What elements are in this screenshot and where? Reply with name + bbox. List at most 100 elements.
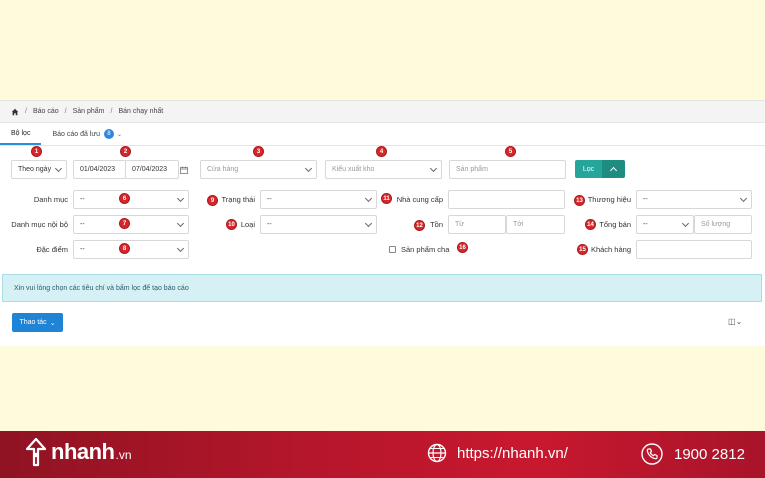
brand-logo: nhanh .vn: [23, 437, 132, 467]
filter-button-label: Lọc: [582, 165, 595, 173]
marker-4: 4: [376, 146, 387, 157]
stock-from-input[interactable]: Từ: [448, 215, 506, 234]
chevron-down-icon: [681, 219, 690, 228]
chevron-down-icon: [364, 219, 373, 228]
total-sold-operator: --: [643, 221, 648, 228]
chevron-down-icon: [304, 164, 313, 173]
breadcrumb-best-sellers: Bán chạy nhất: [118, 108, 164, 115]
marker-1: 1: [31, 146, 42, 157]
store-placeholder: Cửa hàng: [207, 166, 239, 173]
period-select[interactable]: Theo ngày: [11, 160, 67, 179]
marker-6: 6: [119, 193, 130, 204]
breadcrumb-reports[interactable]: Báo cáo: [33, 108, 59, 115]
actions-button-label: Thao tác: [19, 319, 47, 326]
columns-icon: ◫: [728, 317, 736, 326]
type-value: --: [267, 221, 272, 228]
supplier-input[interactable]: [448, 190, 565, 209]
chevron-down-icon: [739, 194, 748, 203]
stock-label: Tồn: [430, 220, 443, 229]
marker-10: 10: [226, 219, 237, 230]
nhanh-logo-mark-icon: [25, 437, 47, 467]
period-value: Theo ngày: [18, 166, 52, 173]
home-icon[interactable]: [11, 108, 19, 116]
website: https://nhanh.vn/: [427, 443, 568, 463]
stock-to-input[interactable]: Tới: [506, 215, 565, 234]
feature-value: --: [80, 246, 85, 253]
phone-icon: [641, 443, 663, 465]
date-from-input[interactable]: 01/04/2023: [73, 160, 126, 179]
status-value: --: [267, 196, 272, 203]
product-input[interactable]: Sản phẩm: [449, 160, 566, 179]
marker-14: 14: [585, 219, 596, 230]
chevron-down-icon: [364, 194, 373, 203]
customer-input[interactable]: [636, 240, 752, 259]
brand-name: nhanh: [51, 439, 115, 464]
date-to-value: 07/04/2023: [132, 166, 168, 173]
status-select[interactable]: --: [260, 190, 377, 209]
actions-button[interactable]: Thao tác ⌄: [12, 313, 63, 332]
hotline-number: 1900 2812: [674, 445, 745, 463]
column-toggle-button[interactable]: ◫⌄: [728, 317, 742, 326]
category-select[interactable]: --: [73, 190, 189, 209]
globe-icon: [427, 443, 447, 463]
chevron-down-icon: ⌄: [116, 131, 122, 138]
marker-16: 16: [457, 242, 468, 253]
calendar-icon[interactable]: [178, 160, 190, 179]
chevron-down-icon: [54, 164, 63, 173]
date-to-input[interactable]: 07/04/2023: [125, 160, 179, 179]
marker-13: 13: [574, 195, 585, 206]
info-alert: Xin vui lòng chọn các tiêu chí và bấm lọ…: [2, 274, 762, 302]
category-value: --: [80, 196, 85, 203]
tab-bar: Bộ lọc Báo cáo đã lưu 8 ⌄: [0, 124, 765, 146]
stock-to-placeholder: Tới: [513, 221, 524, 228]
tab-filter[interactable]: Bộ lọc: [0, 123, 42, 145]
total-sold-label: Tổng bán: [599, 220, 631, 229]
quantity-input[interactable]: Số lượng: [694, 215, 752, 234]
chevron-up-icon: [609, 166, 618, 175]
breadcrumb-products[interactable]: Sản phẩm: [73, 108, 105, 115]
brand-suffix: .vn: [115, 448, 132, 462]
feature-label: Đặc điểm: [36, 245, 68, 254]
total-sold-operator-select[interactable]: --: [636, 215, 694, 234]
website-url: https://nhanh.vn/: [457, 444, 568, 462]
tab-saved-reports-label: Báo cáo đã lưu: [52, 130, 100, 138]
internal-category-label: Danh mục nội bộ: [11, 220, 68, 229]
breadcrumb-separator: /: [25, 108, 27, 115]
marker-15: 15: [577, 244, 588, 255]
feature-select[interactable]: --: [73, 240, 189, 259]
chevron-down-icon: ⌄: [49, 319, 56, 327]
product-placeholder: Sản phẩm: [456, 166, 488, 173]
category-label: Danh mục: [33, 195, 68, 204]
breadcrumb-separator: /: [110, 108, 113, 115]
export-type-placeholder: Kiểu xuất kho: [332, 166, 375, 173]
marker-9: 9: [207, 195, 218, 206]
export-type-select[interactable]: Kiểu xuất kho: [325, 160, 442, 179]
date-from-value: 01/04/2023: [80, 166, 116, 173]
marker-12: 12: [414, 220, 425, 231]
chevron-down-icon: ⌄: [735, 317, 743, 326]
stock-from-placeholder: Từ: [455, 221, 464, 228]
type-select[interactable]: --: [260, 215, 377, 234]
marker-2: 2: [120, 146, 131, 157]
marker-11: 11: [381, 193, 392, 204]
saved-count-badge: 8: [103, 129, 114, 139]
filter-button[interactable]: Lọc: [575, 160, 602, 178]
chevron-down-icon: [176, 244, 185, 253]
store-select[interactable]: Cửa hàng: [200, 160, 317, 179]
tab-filter-label: Bộ lọc: [11, 129, 31, 137]
chevron-down-icon: [176, 219, 185, 228]
internal-category-value: --: [80, 221, 85, 228]
parent-product-label: Sản phẩm cha: [401, 245, 450, 254]
breadcrumb: / Báo cáo / Sản phẩm / Bán chạy nhất: [0, 101, 765, 123]
internal-category-select[interactable]: --: [73, 215, 189, 234]
parent-product-checkbox[interactable]: [389, 246, 396, 253]
breadcrumb-separator: /: [64, 108, 67, 115]
status-label: Trạng thái: [221, 195, 256, 204]
hotline: 1900 2812: [641, 443, 745, 465]
tab-saved-reports[interactable]: Báo cáo đã lưu 8 ⌄: [41, 123, 133, 145]
marker-7: 7: [119, 218, 130, 229]
quantity-placeholder: Số lượng: [701, 221, 731, 228]
marker-3: 3: [253, 146, 264, 157]
brand-select[interactable]: --: [636, 190, 752, 209]
collapse-filter-button[interactable]: [602, 160, 625, 178]
